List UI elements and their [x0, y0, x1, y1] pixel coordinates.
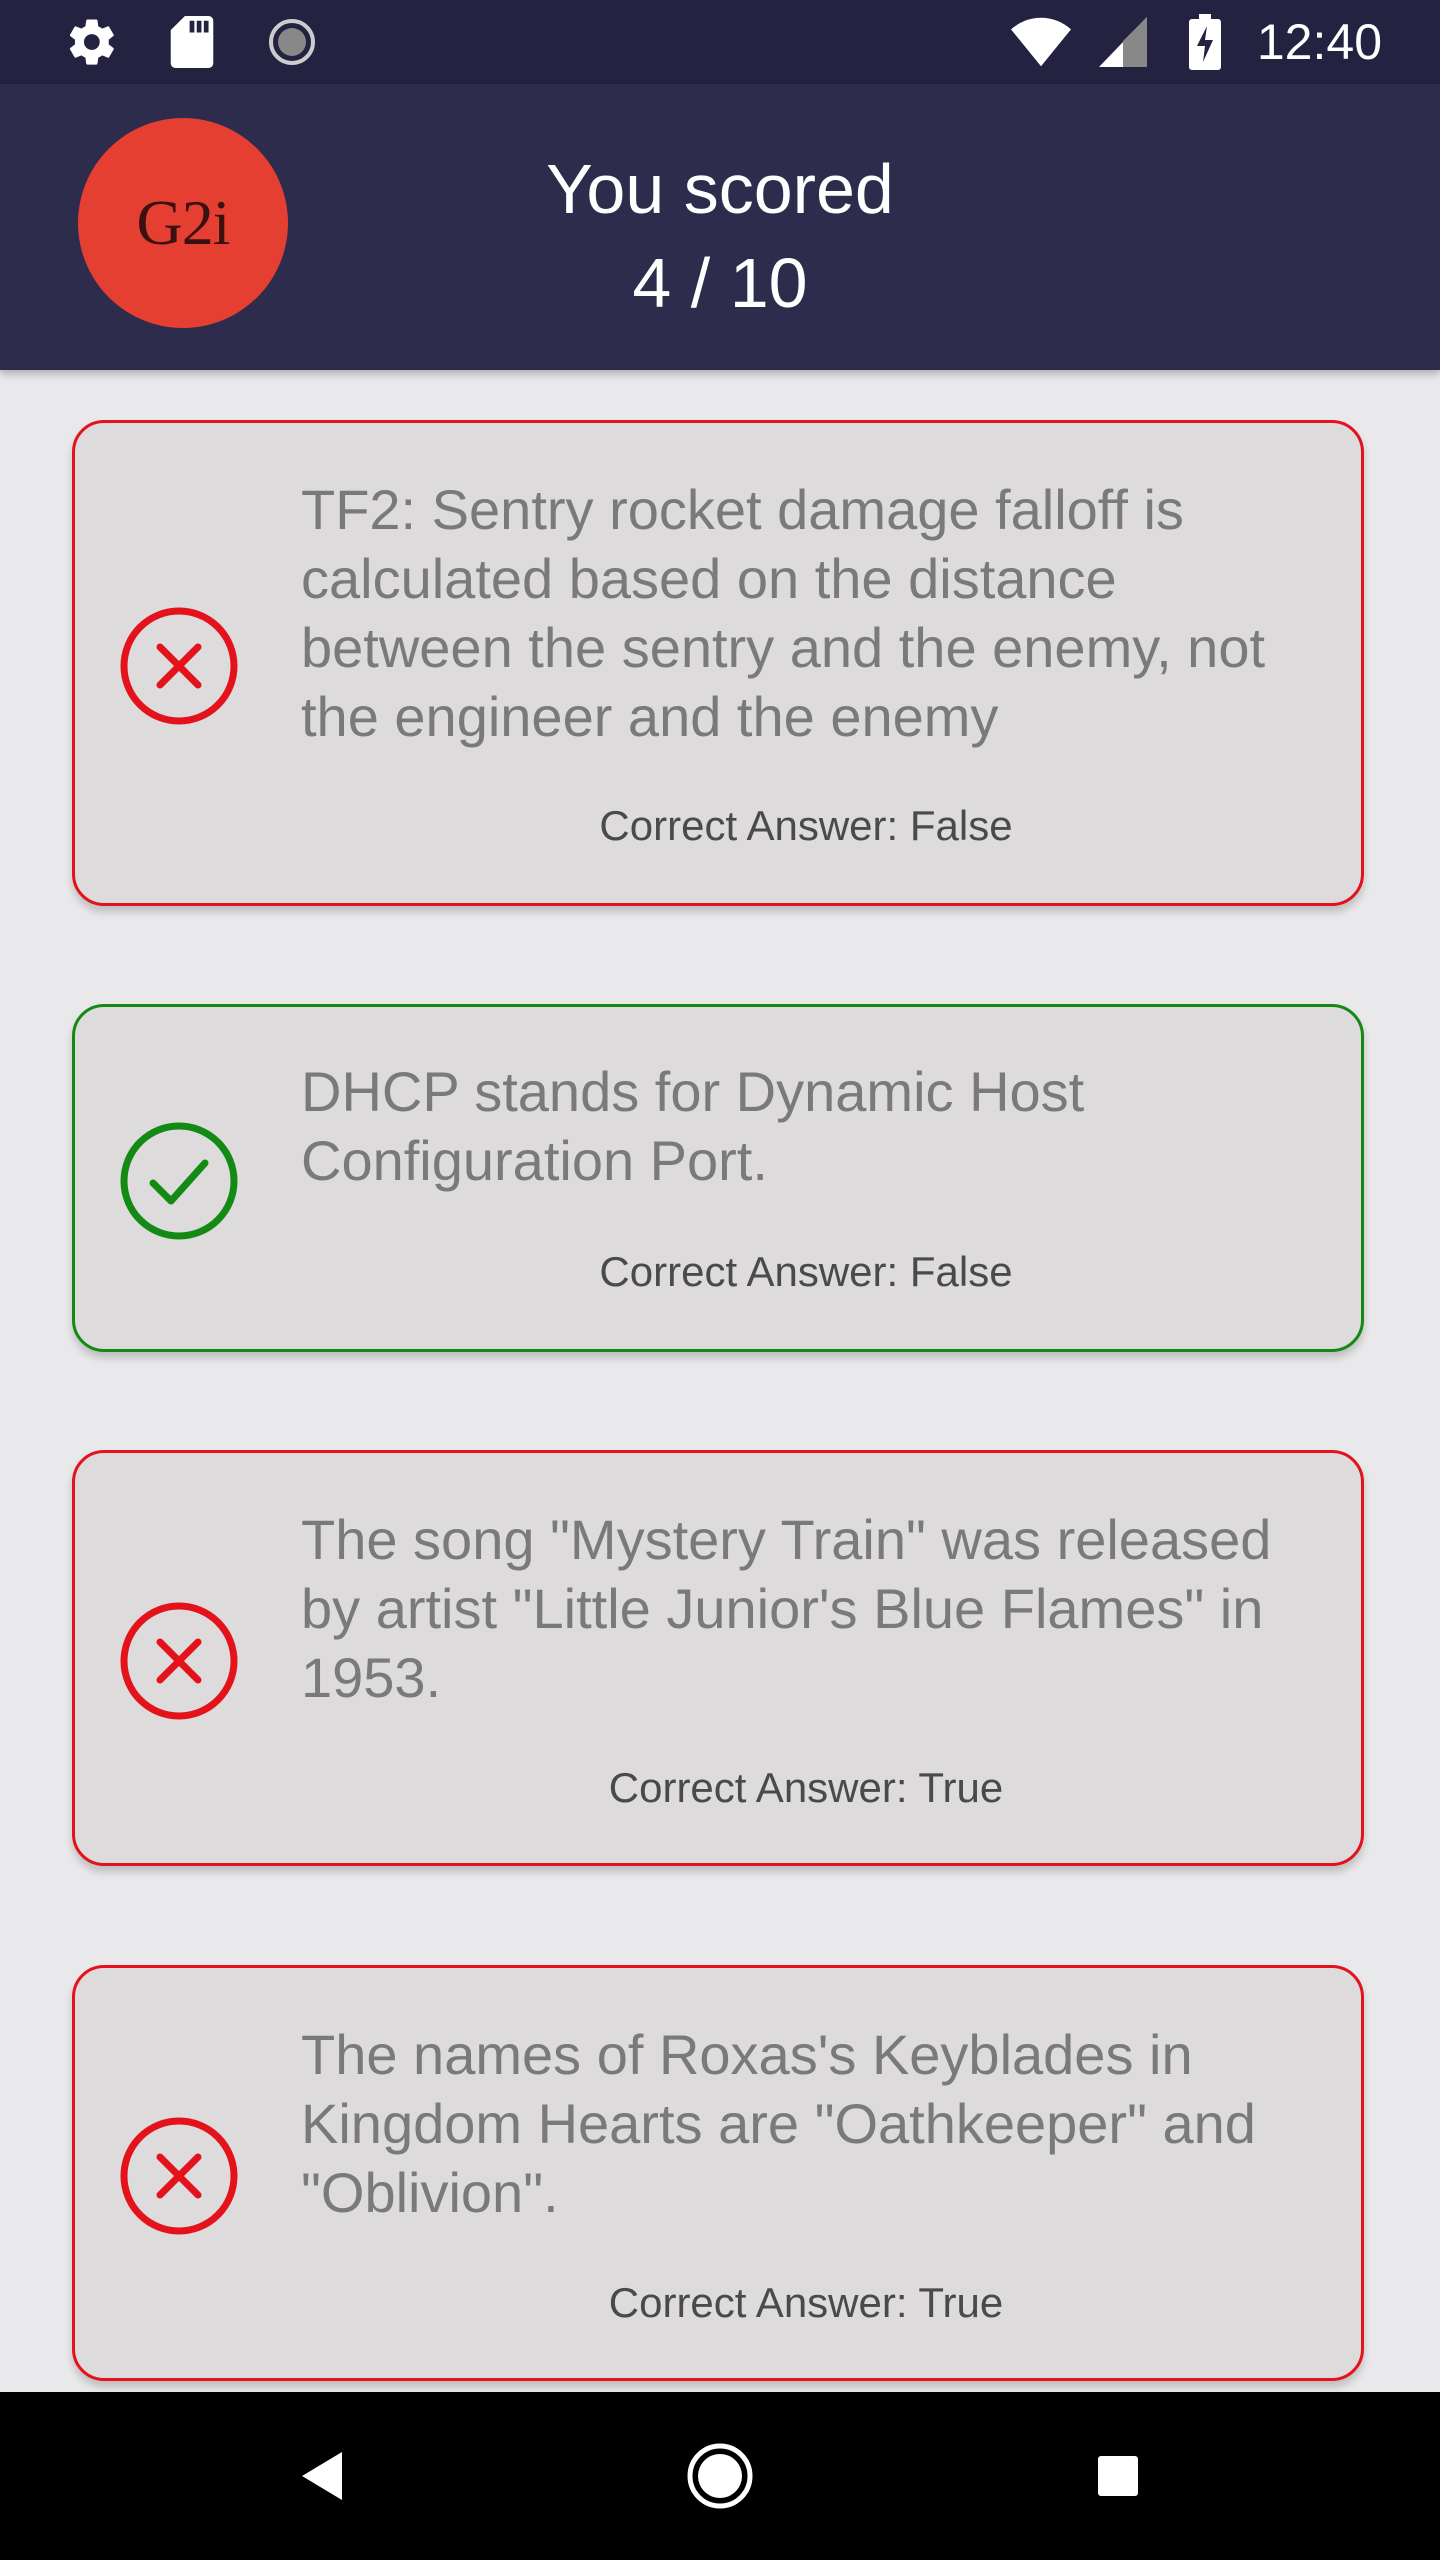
- gear-icon: [62, 12, 122, 72]
- result-card: DHCP stands for Dynamic Host Configurati…: [72, 1004, 1364, 1352]
- status-bar: 12:40: [0, 0, 1440, 84]
- results-header: G2i You scored 4 / 10: [0, 84, 1440, 370]
- x-circle-icon: [120, 2117, 238, 2235]
- home-icon[interactable]: [680, 2436, 760, 2516]
- sd-card-icon: [162, 12, 222, 72]
- wifi-icon: [1010, 12, 1071, 72]
- question-text: The names of Roxas's Keyblades in Kingdo…: [301, 2023, 1256, 2224]
- navigation-bar: [0, 2392, 1440, 2560]
- correct-answer: Correct Answer: False: [599, 1248, 1013, 1295]
- clock: 12:40: [1256, 14, 1382, 70]
- correct-answer: Correct Answer: True: [608, 2279, 1004, 2326]
- question-text: TF2: Sentry rocket damage falloff is cal…: [301, 478, 1266, 748]
- correct-answer: Correct Answer: True: [608, 1764, 1004, 1811]
- score-label: You scored: [546, 150, 894, 228]
- question-text: DHCP stands for Dynamic Host Configurati…: [301, 1060, 1085, 1192]
- sync-icon: [262, 12, 322, 72]
- result-card: The song "Mystery Train" was released by…: [72, 1450, 1364, 1866]
- recents-icon[interactable]: [1078, 2436, 1158, 2516]
- score-summary: You scored 4 / 10: [420, 142, 1020, 330]
- question-text: The song "Mystery Train" was released by…: [301, 1508, 1272, 1709]
- result-card: TF2: Sentry rocket damage falloff is cal…: [72, 420, 1364, 906]
- back-icon[interactable]: [282, 2436, 362, 2516]
- check-circle-icon: [120, 1122, 238, 1240]
- correct-answer: Correct Answer: False: [599, 802, 1013, 849]
- score-value: 4 / 10: [632, 244, 808, 322]
- signal-icon: [1093, 12, 1153, 72]
- app-logo: G2i: [78, 118, 288, 328]
- x-circle-icon: [120, 1602, 238, 1720]
- battery-charging-icon: [1175, 12, 1235, 72]
- x-circle-icon: [120, 607, 238, 725]
- result-card: The names of Roxas's Keyblades in Kingdo…: [72, 1965, 1364, 2381]
